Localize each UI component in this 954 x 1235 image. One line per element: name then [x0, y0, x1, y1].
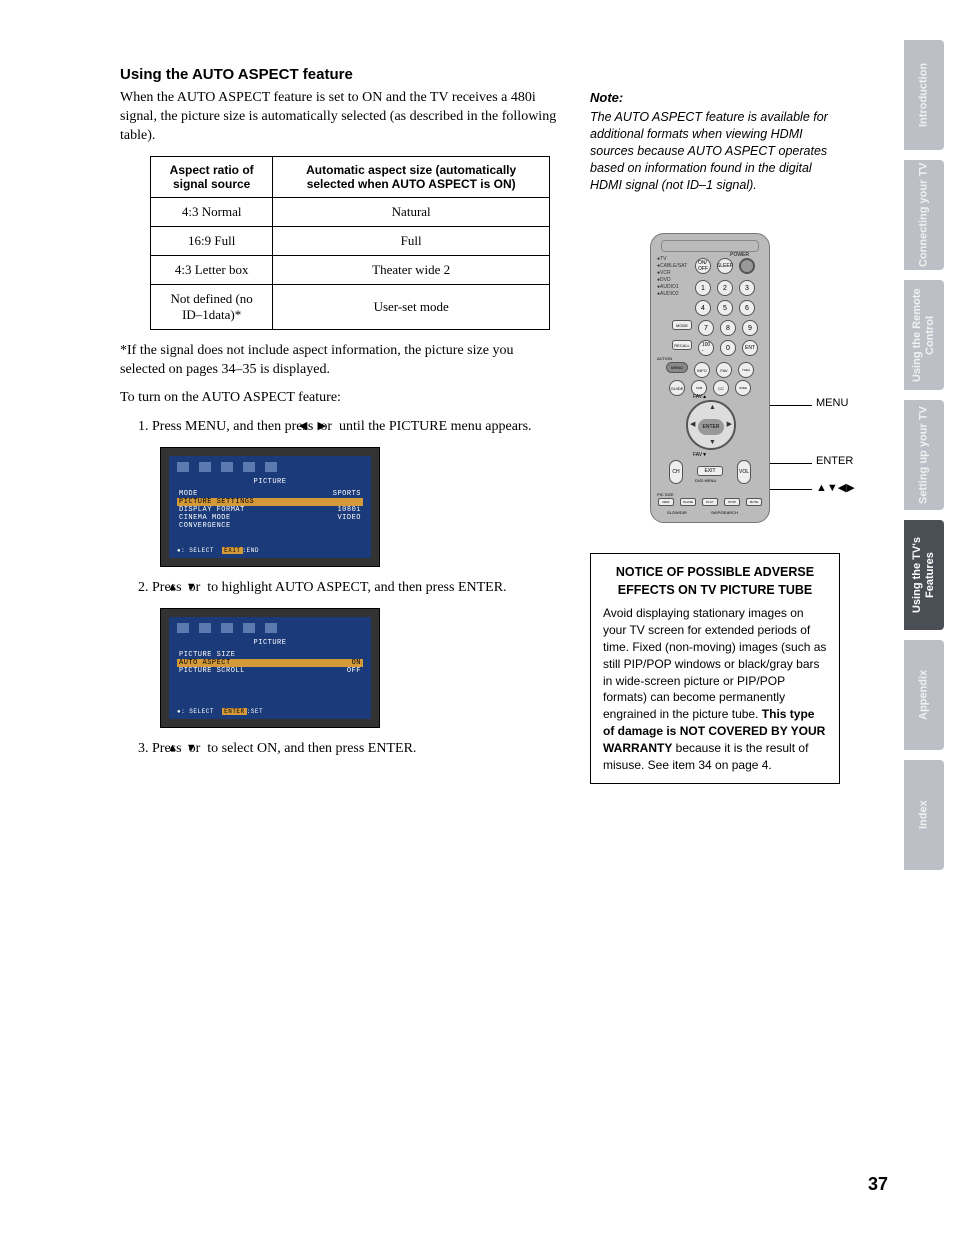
tab-index[interactable]: Index: [904, 760, 944, 870]
step-text: until the PICTURE menu appears.: [336, 419, 532, 434]
side-tabs: Introduction Connecting your TV Using th…: [904, 40, 954, 880]
table-header-right: Automatic aspect size (automatically sel…: [273, 156, 550, 197]
step-1: 1. Press MENU, and then press ◀ or ▶ unt…: [156, 418, 560, 437]
osd-screenshot-1: PICTURE MODESPORTS PICTURE SETTINGS DISP…: [160, 447, 380, 567]
intro-paragraph: When the AUTO ASPECT feature is set to O…: [120, 89, 560, 146]
osd-title: PICTURE: [177, 639, 363, 647]
side-column: Note: The AUTO ASPECT feature is availab…: [590, 66, 840, 784]
osd-title: PICTURE: [177, 478, 363, 486]
turn-on-lead: To turn on the AUTO ASPECT feature:: [120, 389, 560, 408]
callout-arrows: ▲▼◀▶: [816, 481, 855, 494]
tab-connecting[interactable]: Connecting your TV: [904, 160, 944, 270]
osd-screenshot-2: PICTURE PICTURE SIZE AUTO ASPECTON PICTU…: [160, 608, 380, 728]
cell: Full: [273, 226, 550, 255]
step-text: 3. Press: [138, 741, 185, 756]
step-text: to select ON, and then press ENTER.: [204, 741, 417, 756]
main-column: Using the AUTO ASPECT feature When the A…: [120, 66, 560, 769]
tab-features[interactable]: Using the TV's Features: [904, 520, 944, 630]
tab-introduction[interactable]: Introduction: [904, 40, 944, 150]
step-3: 3. Press ▲ or ▼ to select ON, and then p…: [156, 740, 560, 759]
aspect-table: Aspect ratio of signal source Automatic …: [150, 156, 550, 330]
cell: 4:3 Normal: [151, 197, 273, 226]
remote-diagram: ●TV●CABLE/SAT●VCR●DVD●AUDIO1●AUDIO2 POWE…: [650, 233, 770, 523]
cell: Not defined (no ID–1data)*: [151, 284, 273, 329]
note-heading: Note:: [590, 90, 840, 105]
cell: User-set mode: [273, 284, 550, 329]
page-number: 37: [868, 1174, 888, 1195]
note-body: The AUTO ASPECT feature is available for…: [590, 109, 840, 193]
menu-button: MENU: [666, 362, 688, 373]
callout-enter: ENTER: [816, 455, 853, 467]
step-text: 2. Press: [138, 580, 185, 595]
tab-setting-up[interactable]: Setting up your TV: [904, 400, 944, 510]
cell: Natural: [273, 197, 550, 226]
enter-button: ENTER: [698, 419, 724, 435]
table-header-left: Aspect ratio of signal source: [151, 156, 273, 197]
cell: 4:3 Letter box: [151, 255, 273, 284]
cell: Theater wide 2: [273, 255, 550, 284]
dpad: ▲ ▼ ◀ ▶ ENTER: [686, 400, 736, 450]
tab-appendix[interactable]: Appendix: [904, 640, 944, 750]
step-text: to highlight AUTO ASPECT, and then press…: [204, 580, 507, 595]
notice-text: Avoid displaying stationary images on yo…: [603, 606, 826, 721]
notice-box: NOTICE OF POSSIBLE ADVERSE EFFECTS ON TV…: [590, 553, 840, 784]
section-heading: Using the AUTO ASPECT feature: [120, 66, 560, 83]
notice-heading: NOTICE OF POSSIBLE ADVERSE EFFECTS ON TV…: [603, 564, 827, 599]
footnote: *If the signal does not include aspect i…: [120, 342, 560, 380]
tab-remote-control[interactable]: Using the Remote Control: [904, 280, 944, 390]
step-text: 1. Press MENU, and then press: [138, 419, 317, 434]
cell: 16:9 Full: [151, 226, 273, 255]
action-label: ACTION: [657, 356, 672, 361]
callout-menu: MENU: [816, 397, 848, 409]
step-2: 2. Press ▲ or ▼ to highlight AUTO ASPECT…: [156, 579, 560, 598]
